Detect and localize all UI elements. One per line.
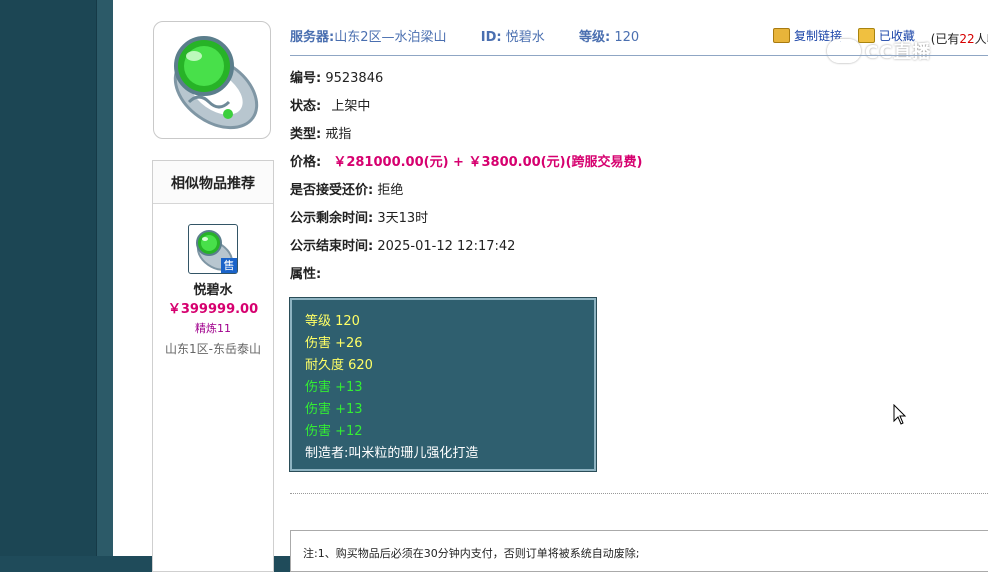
server-label: 服务器: — [290, 30, 335, 45]
end-time-label: 公示结束时间: — [290, 239, 374, 254]
level-label: 等级: — [579, 30, 611, 45]
level-value: 120 — [614, 30, 640, 45]
counter-offer-value: 拒绝 — [377, 183, 404, 198]
price-value: ￥281000.00(元) + ￥3800.00(元)(跨服交易费) — [333, 155, 643, 170]
attr-bonus-damage: 伤害 +12 — [305, 424, 363, 439]
similar-item-price: ￥399999.00 — [167, 302, 259, 317]
stream-watermark: CC直播 — [827, 36, 931, 66]
item-number-label: 编号: — [290, 71, 322, 86]
attr-level: 等级 120 — [305, 314, 360, 329]
attr-bonus-damage: 伤害 +13 — [305, 402, 363, 417]
end-time-value: 2025-01-12 12:17:42 — [377, 239, 516, 254]
left-scroll-stripe — [96, 0, 114, 556]
similar-item-refine: 精炼11 — [195, 322, 231, 335]
purchase-notice-text: 注:1、购买物品后必须在30分钟内支付，否则订单将被系统自动废除; — [303, 547, 640, 560]
cc-logo-icon — [827, 39, 861, 63]
attributes-box: 等级 120 伤害 +26 耐久度 620 伤害 +13 伤害 +13 伤害 +… — [290, 298, 596, 471]
status-value: 上架中 — [331, 99, 371, 114]
remaining-time-label: 公示剩余时间: — [290, 211, 374, 226]
fav-count-suffix: 人收 — [974, 32, 988, 46]
similar-items-title: 相似物品推荐 — [153, 161, 273, 204]
price-row: 价格: ￥281000.00(元) + ￥3800.00(元)(跨服交易费) — [290, 151, 642, 170]
attr-bonus-damage: 伤害 +13 — [305, 380, 363, 395]
price-label: 价格: — [290, 155, 322, 170]
status-label: 状态: — [290, 99, 322, 114]
type-value: 戒指 — [325, 127, 352, 142]
similar-item-image[interactable]: 售 — [188, 224, 238, 274]
similar-item-server: 山东1区-东岳泰山 — [165, 342, 261, 356]
purchase-notice: 注:1、购买物品后必须在30分钟内支付，否则订单将被系统自动废除; — [290, 530, 988, 572]
remaining-time-value: 3天13时 — [377, 211, 429, 226]
item-number-value: 9523846 — [325, 71, 384, 86]
type-label: 类型: — [290, 127, 322, 142]
for-sale-badge: 售 — [221, 258, 237, 273]
remaining-time-row: 公示剩余时间: 3天13时 — [290, 207, 428, 226]
ring-icon — [173, 36, 259, 130]
end-time-row: 公示结束时间: 2025-01-12 12:17:42 — [290, 235, 515, 254]
fav-count-number: 22 — [959, 32, 975, 46]
item-header: 服务器:山东2区—水泊梁山 ID: 悦碧水 等级: 120 — [290, 26, 639, 46]
id-label: ID: — [480, 30, 502, 45]
watermark-text: CC直播 — [865, 42, 932, 63]
type-row: 类型: 戒指 — [290, 123, 351, 142]
attributes-row: 属性: — [290, 263, 321, 282]
counter-offer-label: 是否接受还价: — [290, 183, 374, 198]
fav-count-prefix: (已有 — [930, 32, 960, 46]
header-divider — [290, 55, 988, 56]
similar-item-name[interactable]: 悦碧水 — [153, 279, 273, 298]
server-value: 山东2区—水泊梁山 — [334, 30, 447, 45]
attr-damage: 伤害 +26 — [305, 336, 363, 351]
favorite-count: (已有22人收 — [931, 32, 988, 46]
attr-maker: 制造者:叫米粒的珊儿强化打造 — [305, 446, 479, 461]
attributes-label: 属性: — [290, 267, 322, 282]
attr-durability: 耐久度 620 — [305, 358, 373, 373]
left-background — [0, 0, 96, 556]
section-divider — [290, 493, 988, 494]
counter-offer-row: 是否接受还价: 拒绝 — [290, 179, 403, 198]
item-detail-page: 相似物品推荐 售 悦碧水 ￥399999.00 精炼11 山东1区-东岳泰山 服… — [113, 0, 988, 572]
copy-link-icon — [773, 28, 790, 43]
id-value: 悦碧水 — [505, 30, 545, 45]
similar-items-panel: 相似物品推荐 售 悦碧水 ￥399999.00 精炼11 山东1区-东岳泰山 — [152, 160, 274, 572]
item-number-row: 编号: 9523846 — [290, 67, 383, 86]
status-row: 状态: 上架中 — [290, 95, 370, 114]
item-image[interactable] — [153, 21, 271, 139]
